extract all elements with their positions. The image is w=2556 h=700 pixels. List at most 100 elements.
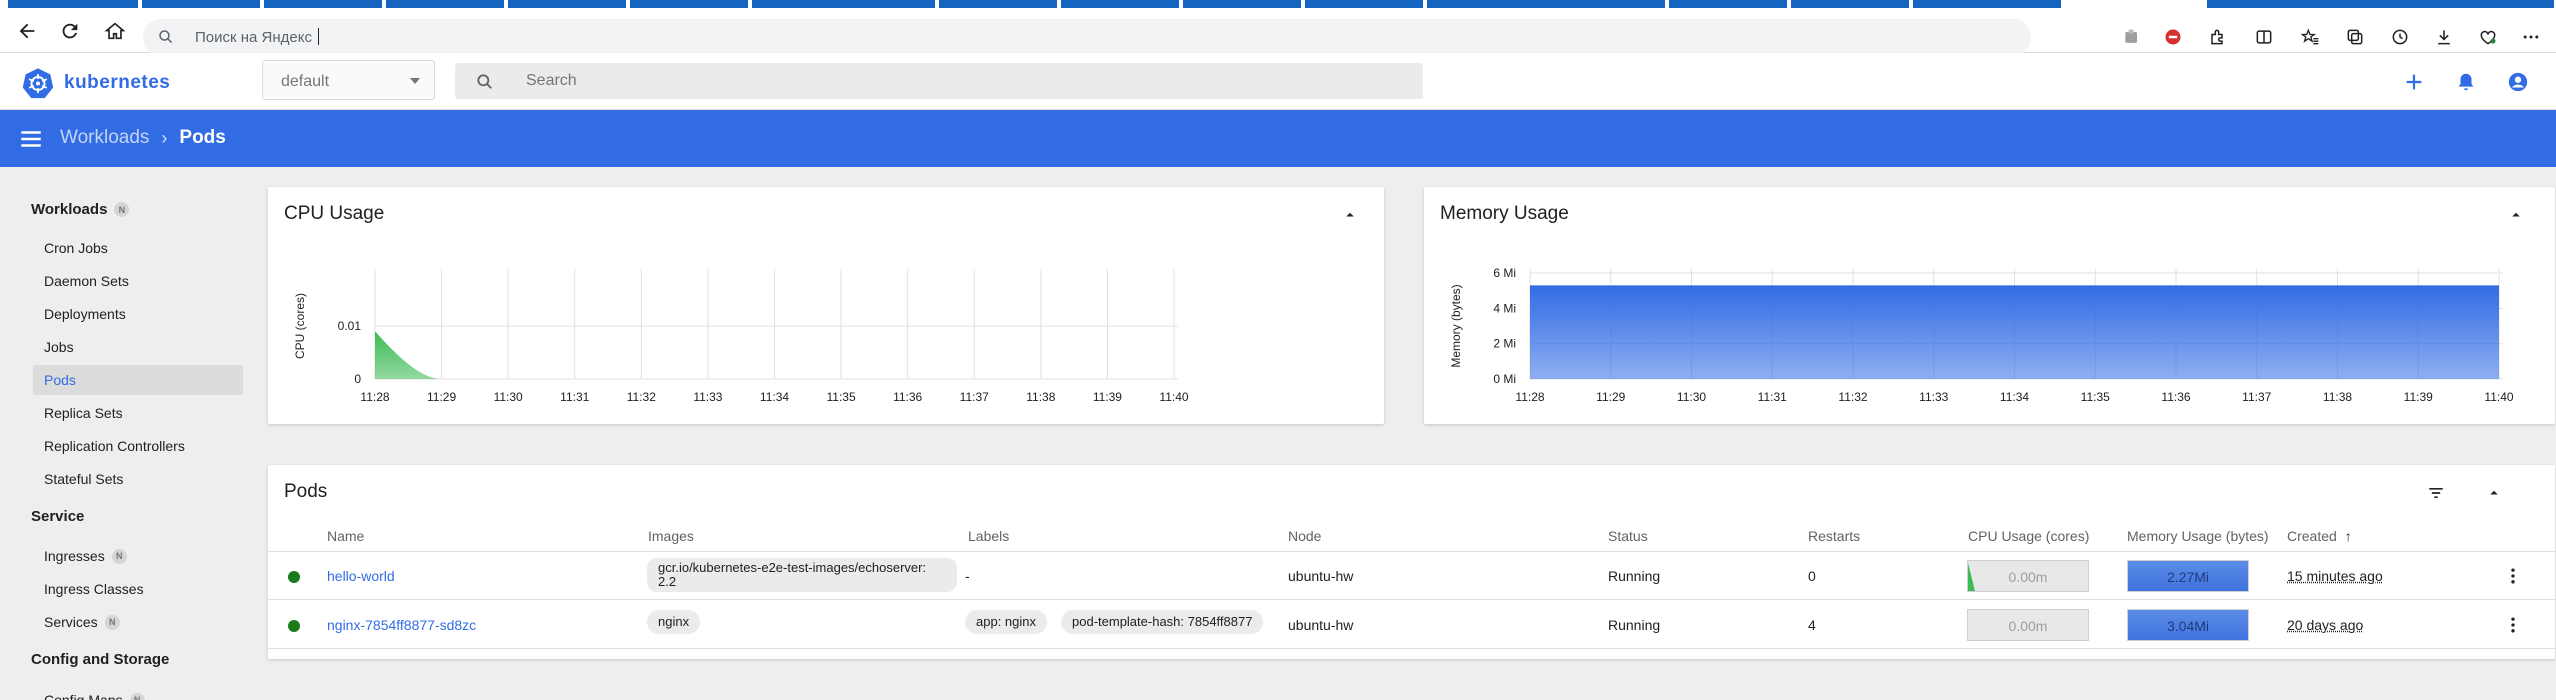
sidebar-section-service[interactable]: Service: [31, 508, 84, 525]
extensions-button[interactable]: [2205, 25, 2229, 49]
x-tick-label: 11:40: [2484, 390, 2513, 404]
column-header-status[interactable]: Status: [1608, 528, 1648, 544]
browser-tab[interactable]: [142, 0, 262, 8]
extensions-icon: [2207, 27, 2227, 47]
browser-tab[interactable]: [939, 0, 1059, 8]
x-tick-label: 11:39: [1093, 390, 1122, 404]
browser-tab[interactable]: [386, 0, 506, 8]
pod-name-link[interactable]: hello-world: [327, 568, 395, 584]
helm-wheel-icon: [22, 67, 54, 99]
collections-button[interactable]: [2343, 25, 2367, 49]
column-header-images: Images: [648, 528, 694, 544]
y-tick-label: 0 Mi: [1493, 372, 1516, 386]
column-header-node[interactable]: Node: [1288, 528, 1321, 544]
sidebar-item-services[interactable]: Services N: [33, 607, 243, 637]
sidebar-item-config-maps[interactable]: Config Maps N: [33, 685, 243, 700]
reload-icon: [59, 20, 81, 42]
sidebar-item-replica-sets[interactable]: Replica Sets: [33, 398, 243, 428]
browser-tab[interactable]: [1791, 0, 1911, 8]
browser-tab[interactable]: [508, 0, 628, 8]
more-horizontal-icon: [2521, 27, 2541, 47]
collapse-button[interactable]: [2482, 481, 2506, 505]
column-header-restarts[interactable]: Restarts: [1808, 528, 1860, 544]
browser-tab[interactable]: [1305, 0, 1425, 8]
browser-tab[interactable]: [630, 0, 750, 8]
favorites-button[interactable]: [2298, 25, 2322, 49]
address-bar[interactable]: Поиск на Яндекс: [143, 19, 2031, 56]
sidebar-section-workloads[interactable]: Workloads N: [31, 201, 129, 218]
logo-text: kubernetes: [64, 72, 170, 94]
row-actions-button[interactable]: [2503, 564, 2523, 588]
y-axis-label: Memory (bytes): [1449, 284, 1463, 367]
menu-icon[interactable]: [18, 126, 44, 152]
column-header-name[interactable]: Name: [327, 528, 364, 544]
sidebar-item-daemon-sets[interactable]: Daemon Sets: [33, 266, 243, 296]
home-button[interactable]: [100, 16, 130, 46]
sidebar-item-deployments[interactable]: Deployments: [33, 299, 243, 329]
browser-tab-active[interactable]: [2065, 0, 2205, 8]
arrow-left-icon: [16, 20, 38, 42]
filter-button[interactable]: [2424, 481, 2448, 505]
sidebar-item-pods[interactable]: Pods: [33, 365, 243, 395]
history-button[interactable]: [2388, 25, 2412, 49]
browser-tab[interactable]: [1183, 0, 1303, 8]
cpu-usage-value: 0.00m: [1968, 569, 2088, 585]
browser-tab[interactable]: [8, 0, 140, 8]
browser-tab[interactable]: [1061, 0, 1181, 8]
downloads-button[interactable]: [2432, 25, 2456, 49]
table-row: nginx-7854ff8877-sd8zc nginx app: nginx …: [268, 601, 2555, 649]
kubernetes-logo[interactable]: kubernetes: [22, 67, 170, 99]
y-tick-label: 6 Mi: [1493, 266, 1516, 280]
memory-usage-card: Memory Usage 11:28 11:29 11:30 11:31 11:32 11…: [1424, 187, 2555, 424]
status-running-icon: [288, 620, 300, 632]
account-button[interactable]: [2504, 68, 2532, 96]
node-name[interactable]: ubuntu-hw: [1288, 617, 1353, 633]
browser-tab[interactable]: [1427, 0, 1667, 8]
performance-button[interactable]: [2476, 25, 2500, 49]
browser-tab[interactable]: [752, 0, 937, 8]
series-area: [1530, 285, 2499, 379]
adblock-icon[interactable]: [2161, 25, 2185, 49]
sidebar-item-ingress-classes[interactable]: Ingress Classes: [33, 574, 243, 604]
sidebar-section-config-and-storage[interactable]: Config and Storage: [31, 651, 169, 668]
search-input[interactable]: Search: [455, 63, 1423, 99]
browser-tab[interactable]: [2207, 0, 2556, 8]
sidebar-item-cron-jobs[interactable]: Cron Jobs: [33, 233, 243, 263]
more-vertical-icon: [2503, 615, 2523, 635]
namespace-select[interactable]: default: [262, 60, 435, 100]
pod-name-link[interactable]: nginx-7854ff8877-sd8zc: [327, 617, 476, 633]
sidebar-item-stateful-sets[interactable]: Stateful Sets: [33, 464, 243, 494]
table-header: Name Images Labels Node Status Restarts …: [268, 520, 2555, 552]
y-tick-label: 4 Mi: [1493, 301, 1516, 315]
browser-tab[interactable]: [1913, 0, 2063, 8]
address-input[interactable]: Поиск на Яндекс: [195, 28, 319, 46]
breadcrumb: Workloads › Pods: [60, 127, 226, 149]
x-tick-label: 11:31: [560, 390, 589, 404]
caret-down-icon: [410, 78, 420, 84]
restart-count: 4: [1808, 617, 1816, 633]
settings-menu-button[interactable]: [2519, 25, 2543, 49]
create-button[interactable]: [2400, 68, 2428, 96]
pods-card: Pods Name Images Labels Node Status Rest…: [268, 465, 2555, 659]
collections-icon: [2345, 27, 2365, 47]
browser-tab[interactable]: [1669, 0, 1789, 8]
split-screen-button[interactable]: [2252, 25, 2276, 49]
reload-button[interactable]: [55, 16, 85, 46]
browser-tab[interactable]: [264, 0, 384, 8]
labels-empty: -: [965, 568, 970, 584]
column-header-created[interactable]: Created ↑: [2287, 528, 2352, 544]
plus-icon: [2403, 71, 2425, 93]
sidebar-item-replication-controllers[interactable]: Replication Controllers: [33, 431, 243, 461]
sidebar-item-jobs[interactable]: Jobs: [33, 332, 243, 362]
notifications-button[interactable]: [2452, 68, 2480, 96]
node-name[interactable]: ubuntu-hw: [1288, 568, 1353, 584]
extension-icon[interactable]: [2120, 25, 2144, 49]
table-row: hello-world gcr.io/kubernetes-e2e-test-i…: [268, 552, 2555, 600]
row-actions-button[interactable]: [2503, 613, 2523, 637]
back-button[interactable]: [12, 16, 42, 46]
x-tick-label: 11:34: [2000, 390, 2029, 404]
breadcrumb-workloads[interactable]: Workloads: [60, 127, 149, 149]
sidebar-item-ingresses[interactable]: Ingresses N: [33, 541, 243, 571]
sidebar: Workloads N Cron Jobs Daemon Sets Deploy…: [0, 167, 250, 700]
x-tick-label: 11:34: [760, 390, 789, 404]
